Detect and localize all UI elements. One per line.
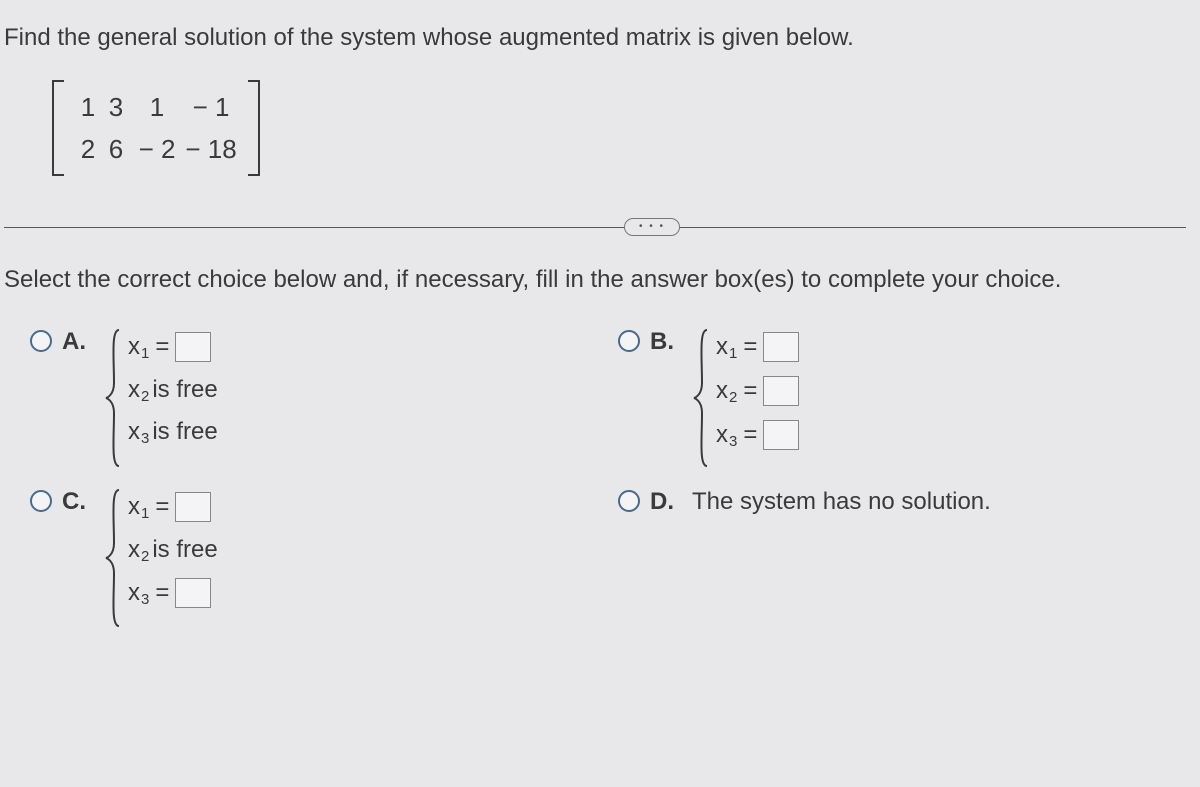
input-a-x1[interactable]: [175, 332, 211, 362]
c-line-3: x3=: [128, 578, 218, 608]
c-line-2: x2 is free: [128, 536, 218, 564]
radio-c[interactable]: [30, 490, 52, 512]
brace-icon: [104, 488, 122, 628]
input-c-x1[interactable]: [175, 492, 211, 522]
d-text: The system has no solution.: [692, 488, 991, 516]
choice-d: D. The system has no solution.: [618, 488, 1166, 628]
divider-line: [4, 227, 1186, 228]
input-b-x2[interactable]: [763, 376, 799, 406]
radio-b[interactable]: [618, 330, 640, 352]
label-a: A.: [62, 328, 90, 356]
a-line-3: x3 is free: [128, 418, 218, 446]
instruction-text: Select the correct choice below and, if …: [4, 266, 1186, 294]
c-line-1: x1=: [128, 492, 218, 522]
matrix-row-2: 2 6 − 2 − 18: [74, 128, 238, 170]
augmented-matrix: 1 3 1 − 1 2 6 − 2 − 18: [52, 80, 260, 176]
answer-choices: A. x1= x2 is free x3 is fre: [4, 328, 1186, 628]
a-line-2: x2 is free: [128, 376, 218, 404]
question-container: Find the general solution of the system …: [0, 0, 1200, 787]
input-b-x1[interactable]: [763, 332, 799, 362]
b-line-3: x3=: [716, 420, 799, 450]
expand-toggle[interactable]: • • •: [624, 218, 680, 236]
a-line-1: x1=: [128, 332, 218, 362]
b-line-1: x1=: [716, 332, 799, 362]
label-d: D.: [650, 488, 678, 516]
divider-row: • • •: [4, 218, 1186, 238]
label-c: C.: [62, 488, 90, 516]
choice-b: B. x1= x2= x3=: [618, 328, 1166, 468]
input-c-x3[interactable]: [175, 578, 211, 608]
b-line-2: x2=: [716, 376, 799, 406]
radio-d[interactable]: [618, 490, 640, 512]
matrix-row-1: 1 3 1 − 1: [74, 86, 238, 128]
question-prompt: Find the general solution of the system …: [4, 24, 1186, 52]
label-b: B.: [650, 328, 678, 356]
brace-icon: [692, 328, 710, 468]
matrix-bracket-left: [52, 80, 64, 176]
input-b-x3[interactable]: [763, 420, 799, 450]
brace-icon: [104, 328, 122, 468]
matrix-bracket-right: [248, 80, 260, 176]
radio-a[interactable]: [30, 330, 52, 352]
choice-a: A. x1= x2 is free x3 is fre: [30, 328, 578, 468]
choice-c: C. x1= x2 is free x3=: [30, 488, 578, 628]
